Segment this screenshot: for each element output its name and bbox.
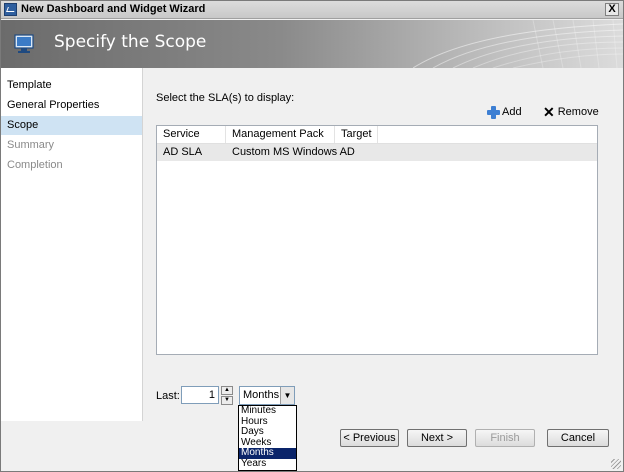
- monitor-icon: [14, 34, 34, 53]
- column-header-service-level[interactable]: Service Level: [157, 126, 226, 157]
- app-icon: [4, 3, 17, 16]
- next-button[interactable]: Next >: [407, 429, 467, 447]
- column-header-management-pack[interactable]: Management Pack: [226, 126, 335, 143]
- add-button[interactable]: Add: [487, 104, 522, 120]
- title-bar: New Dashboard and Widget Wizard X: [1, 1, 623, 19]
- grid-header: Service Level Management Pack Target: [157, 126, 597, 157]
- cancel-button[interactable]: Cancel: [547, 429, 609, 447]
- quantity-stepper: ▲ ▼: [221, 386, 233, 405]
- finish-button: Finish: [475, 429, 535, 447]
- scope-panel: Select the SLA(s) to display: Add ✕ Remo…: [144, 68, 623, 447]
- nav-step-completion: Completion: [7, 159, 63, 171]
- column-header-target[interactable]: Target: [335, 126, 378, 143]
- time-unit-selected: Months: [243, 389, 280, 401]
- sla-grid[interactable]: Service Level Management Pack Target AD …: [156, 125, 598, 355]
- banner-decoration: [413, 20, 623, 68]
- nav-step-template[interactable]: Template: [1, 76, 142, 95]
- last-quantity-input[interactable]: 1: [181, 386, 219, 404]
- chevron-down-icon[interactable]: ▼: [280, 387, 294, 404]
- cell-target: [335, 144, 341, 161]
- resize-grip-icon[interactable]: [611, 459, 621, 469]
- stepper-up-icon[interactable]: ▲: [221, 386, 233, 395]
- remove-icon: ✕: [543, 104, 555, 120]
- sla-prompt: Select the SLA(s) to display:: [156, 92, 295, 104]
- close-button[interactable]: X: [605, 3, 619, 16]
- option-minutes[interactable]: Minutes: [239, 405, 296, 417]
- wizard-steps-nav: Template General Properties Scope Summar…: [1, 68, 143, 421]
- add-label: Add: [502, 106, 522, 118]
- window-title: New Dashboard and Widget Wizard: [21, 3, 206, 15]
- stepper-down-icon[interactable]: ▼: [221, 396, 233, 405]
- option-years[interactable]: Years: [239, 458, 296, 470]
- cell-service-level: AD SLA: [163, 146, 203, 158]
- table-row[interactable]: AD SLA Custom MS Windows AD: [157, 144, 597, 161]
- nav-step-summary: Summary: [7, 139, 55, 151]
- last-label: Last:: [156, 390, 180, 402]
- plus-icon: [487, 105, 500, 119]
- nav-step-general-properties[interactable]: General Properties: [1, 96, 142, 115]
- time-unit-dropdown-list: Minutes Hours Days Weeks Months Years: [238, 405, 297, 471]
- remove-label: Remove: [557, 106, 599, 118]
- wizard-banner: Specify the Scope: [1, 20, 623, 68]
- page-title: Specify the Scope: [54, 32, 207, 52]
- wizard-window: New Dashboard and Widget Wizard X Specif…: [0, 0, 624, 472]
- time-unit-select[interactable]: Months ▼: [239, 386, 295, 405]
- remove-button[interactable]: ✕ Remove: [543, 104, 599, 120]
- previous-button[interactable]: < Previous: [340, 429, 399, 447]
- nav-step-scope[interactable]: Scope: [1, 116, 142, 135]
